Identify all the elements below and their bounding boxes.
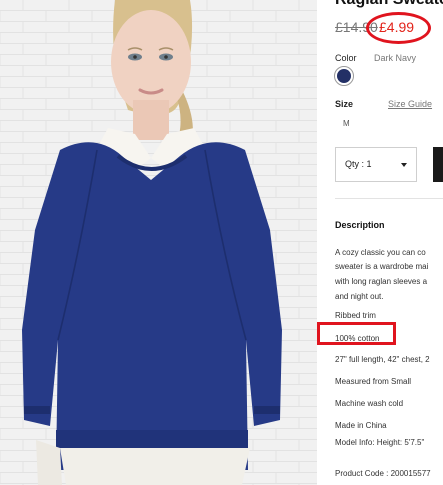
size-label: Size bbox=[335, 99, 354, 109]
size-option-m[interactable]: M bbox=[343, 119, 350, 128]
quantity-value: Qty : 1 bbox=[345, 159, 372, 169]
description-line: A cozy classic you can co bbox=[335, 248, 426, 257]
description-line: Machine wash cold bbox=[335, 399, 404, 408]
chevron-down-icon bbox=[401, 163, 407, 167]
color-swatch-dark-navy[interactable] bbox=[334, 66, 354, 86]
description-line: Measured from Small bbox=[335, 377, 412, 386]
description-line: with long raglan sleeves a bbox=[335, 277, 428, 286]
divider bbox=[335, 198, 443, 199]
description-line: Ribbed trim bbox=[335, 311, 376, 320]
price-highlight-oval bbox=[366, 12, 431, 44]
cotton-highlight-box bbox=[317, 322, 396, 345]
color-label: Color bbox=[335, 53, 357, 63]
product-details-panel: Raglan Sweater £14.90 £4.99 Color Dark N… bbox=[317, 0, 443, 485]
description-line: Model Info: Height: 5'7.5" bbox=[335, 438, 425, 447]
description-line: Product Code : 200015577 bbox=[335, 469, 431, 478]
product-title: Raglan Sweater bbox=[335, 0, 443, 9]
quantity-select[interactable]: Qty : 1 bbox=[335, 147, 417, 182]
product-image bbox=[0, 0, 317, 485]
size-guide-link[interactable]: Size Guide bbox=[388, 99, 432, 109]
description-line: 27" full length, 42" chest, 2 bbox=[335, 355, 430, 364]
description-line: Made in China bbox=[335, 421, 387, 430]
add-to-bag-button[interactable] bbox=[433, 147, 443, 182]
description-line: sweater is a wardrobe mai bbox=[335, 262, 429, 271]
description-heading: Description bbox=[335, 220, 385, 230]
description-line: and night out. bbox=[335, 292, 384, 301]
color-value: Dark Navy bbox=[374, 53, 417, 63]
